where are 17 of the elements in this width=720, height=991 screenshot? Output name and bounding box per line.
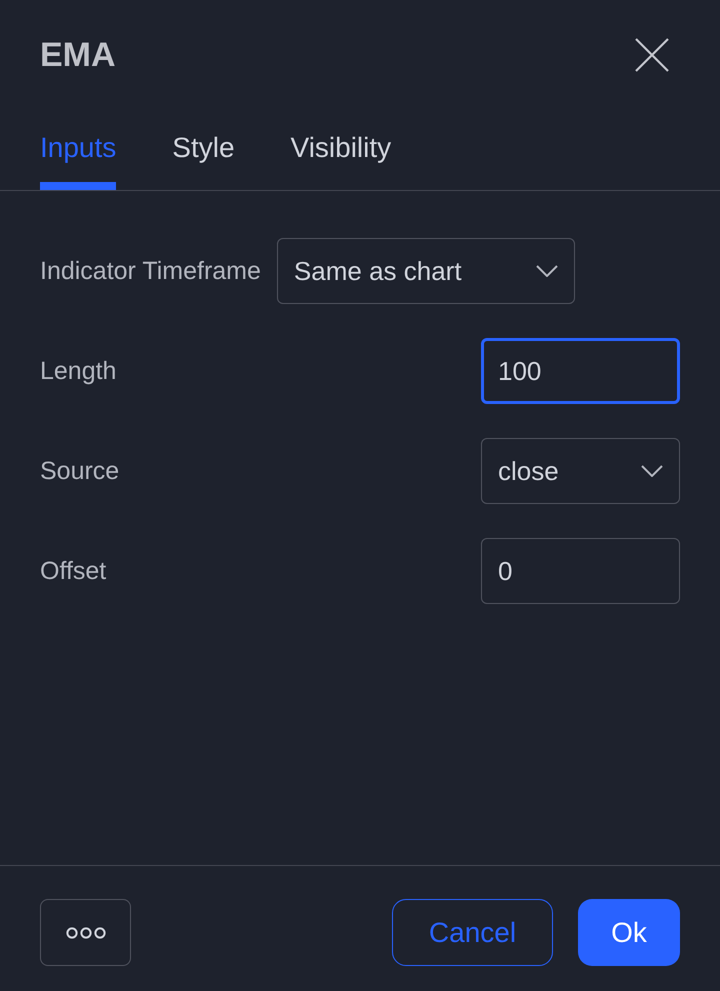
- field-label: Indicator Timeframe: [40, 256, 261, 286]
- timeframe-dropdown[interactable]: Same as chart: [276, 238, 575, 304]
- more-button[interactable]: [40, 899, 131, 966]
- chevron-down-icon: [641, 465, 663, 477]
- field-label: Length: [40, 356, 118, 386]
- close-icon[interactable]: [635, 38, 669, 72]
- chevron-down-icon: [536, 265, 558, 277]
- tab[interactable]: Visibility: [290, 110, 392, 190]
- field-label: Offset: [40, 556, 108, 586]
- number-input[interactable]: 0: [481, 538, 680, 604]
- field-label: Source: [40, 456, 120, 486]
- number-input[interactable]: 100: [481, 338, 680, 404]
- dialog-title: EMA: [40, 36, 116, 74]
- select-dropdown[interactable]: close: [481, 438, 680, 504]
- tab[interactable]: Style: [172, 110, 235, 190]
- ok-button[interactable]: Ok: [578, 899, 680, 966]
- more-dots-icon: [66, 926, 106, 938]
